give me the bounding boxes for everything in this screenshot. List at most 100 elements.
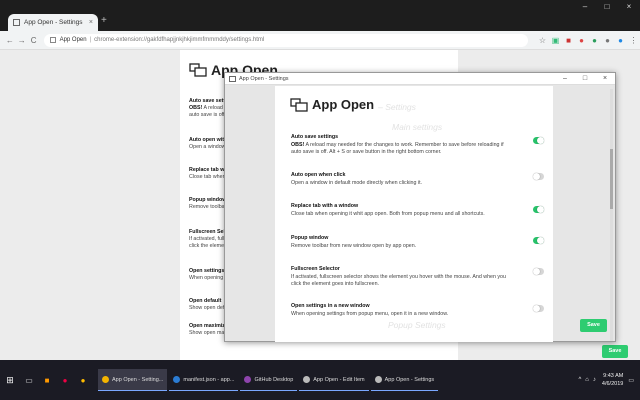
tray-expand-icon[interactable]: ^ [578, 377, 581, 383]
taskbar-app-button[interactable]: App Open - Setting... [98, 369, 168, 391]
extension-icon[interactable]: ▣ [551, 36, 560, 45]
back-icon[interactable]: ← [4, 36, 16, 45]
setting-description: Remove toolbar from new window open by a… [291, 243, 511, 251]
setting-item: Fullscreen Selector If activated, fullscr… [291, 266, 511, 289]
extension-icons: ☆ ▣ ■ ● ● ● ● ⋮ [536, 36, 640, 45]
background-setting-label: Fullscreen Selector [189, 229, 229, 235]
extension-icon[interactable]: ● [616, 36, 625, 45]
setting-item: Open settings in a new window When openin… [291, 303, 511, 318]
reload-icon[interactable]: C [28, 36, 40, 45]
taskbar-app-button[interactable]: manifest.json - app... [169, 369, 239, 391]
setting-label: Replace tab with a window [291, 203, 359, 209]
task-view-icon[interactable]: ▭ [21, 372, 37, 388]
background-setting-item: Replace tab with Close tab when [189, 167, 229, 181]
taskbar-clock[interactable]: 9:43 AM 4/6/2019 [602, 372, 623, 388]
browser-window-controls: – □ × [574, 0, 640, 14]
file-explorer-icon[interactable]: ■ [39, 372, 55, 388]
forward-icon[interactable]: → [16, 36, 28, 45]
setting-description: If activated, fullscreen selector shows … [291, 274, 511, 289]
setting-toggle[interactable] [533, 237, 544, 244]
action-center-icon[interactable]: ▭ [628, 377, 634, 384]
extension-icon[interactable]: ● [577, 36, 586, 45]
minimize-icon[interactable]: – [574, 0, 596, 14]
background-setting-desc-2: auto save is off. [189, 112, 227, 118]
setting-toggle[interactable] [533, 268, 544, 275]
setting-description: When opening settings from popup menu, o… [291, 311, 511, 319]
setting-description-text: When opening settings from popup menu, o… [291, 310, 449, 317]
background-setting-desc: Close tab when [189, 174, 226, 180]
taskbar-app-icon [173, 376, 181, 383]
setting-label: Popup window [291, 235, 329, 241]
extension-icon[interactable]: ● [590, 36, 599, 45]
setting-toggle[interactable] [533, 305, 544, 312]
app-open-logo-icon [189, 63, 207, 77]
browser-tab[interactable]: App Open - Settings × [8, 14, 98, 31]
browser-tab-bar: App Open - Settings × + – □ × [0, 0, 640, 31]
setting-item: Replace tab with a window Close tab when … [291, 203, 511, 218]
address-bar[interactable]: App Open | chrome-extension://gakfdfhapj… [43, 33, 528, 47]
popup-save-button[interactable]: Save [580, 319, 607, 332]
taskbar-app-icon [303, 376, 311, 383]
setting-label: Auto save settings [291, 134, 339, 140]
close-icon[interactable]: × [618, 0, 640, 14]
setting-description: Close tab when opening it whit app open.… [291, 211, 511, 219]
taskbar-app-label: App Open - Setting... [112, 376, 164, 383]
setting-description-text: Remove toolbar from new window open by a… [291, 242, 417, 249]
setting-toggle[interactable] [533, 173, 544, 180]
background-setting-desc: If activated, fullscreen [189, 236, 229, 242]
background-setting-item: Fullscreen SelectorIf activated, fullscr… [189, 229, 229, 250]
background-setting-label: Open settings [189, 268, 225, 274]
taskbar-app-button[interactable]: GitHub Desktop [240, 369, 298, 391]
background-setting-label: Replace tab with [189, 167, 229, 173]
popup-minimize-icon[interactable]: – [555, 75, 575, 82]
menu-icon[interactable]: ⋮ [629, 36, 638, 45]
popup-title-bar: App Open - Settings – □ × [225, 73, 615, 85]
background-setting-item: Popup window Remove toolbar [189, 197, 229, 211]
popup-maximize-icon[interactable]: □ [575, 75, 595, 82]
tab-title: App Open - Settings [24, 19, 83, 26]
setting-toggle[interactable] [533, 206, 544, 213]
scrollbar-thumb[interactable] [610, 149, 613, 209]
new-tab-icon[interactable]: + [101, 15, 107, 26]
setting-item: Popup window Remove toolbar from new wind… [291, 235, 511, 250]
network-icon[interactable]: ⌂ [585, 377, 589, 383]
settings-popup-window: App Open - Settings – □ × App Open – Set… [224, 72, 616, 342]
background-setting-desc: Open a window [189, 144, 226, 150]
system-tray: ^ ⌂ ♪ 9:43 AM 4/6/2019 ▭ [576, 360, 636, 400]
star-icon[interactable]: ☆ [538, 36, 547, 45]
popup-header: App Open – Settings [290, 97, 416, 112]
background-save-button[interactable]: Save [602, 345, 628, 358]
address-separator: | [89, 37, 92, 43]
background-setting-item: Open default Show open default [189, 298, 229, 312]
popup-scrollbar[interactable] [610, 89, 613, 341]
setting-description-text: If activated, fullscreen selector shows … [291, 273, 506, 288]
browser-toolbar: ← → C App Open | chrome-extension://gakf… [0, 31, 640, 50]
setting-item: Auto save settings OBS! A reload may need… [291, 134, 511, 157]
popup-window-title: App Open - Settings [239, 75, 289, 82]
background-setting-desc: Remove toolbar [189, 204, 227, 210]
background-setting-item: Auto save settingsOBS! A reloadauto save… [189, 98, 229, 119]
section-heading-main: Main settings [392, 122, 443, 132]
setting-description-text: Close tab when opening it whit app open.… [291, 210, 485, 217]
address-app-label: App Open [59, 37, 87, 43]
volume-icon[interactable]: ♪ [593, 377, 596, 383]
extension-page-icon [49, 37, 56, 43]
taskbar-app-button[interactable]: App Open - Settings [370, 369, 439, 391]
taskbar-app-label: manifest.json - app... [183, 376, 235, 383]
extension-icon[interactable]: ● [603, 36, 612, 45]
maximize-icon[interactable]: □ [596, 0, 618, 14]
background-setting-desc: A reload [203, 105, 223, 111]
setting-toggle[interactable] [533, 137, 544, 144]
pinned-app-icon[interactable]: ● [57, 372, 73, 388]
chrome-icon[interactable]: ● [75, 372, 91, 388]
start-menu-icon[interactable]: ⊞ [0, 375, 20, 386]
setting-label: Fullscreen Selector [291, 266, 340, 272]
popup-close-icon[interactable]: × [595, 75, 615, 82]
extension-icon[interactable]: ■ [564, 36, 573, 45]
desktop-screen: App Open - Settings × + – □ × ← → C App … [0, 0, 640, 400]
setting-description: Open a window in default mode directly w… [291, 180, 511, 188]
taskbar-app-button[interactable]: App Open - Edit Item [299, 369, 369, 391]
tab-close-icon[interactable]: × [89, 19, 93, 26]
setting-description-text: A reload may needed for the changes to w… [291, 141, 504, 156]
address-url: chrome-extension://gakfdfhapjjnkjhkjimmf… [94, 37, 265, 43]
